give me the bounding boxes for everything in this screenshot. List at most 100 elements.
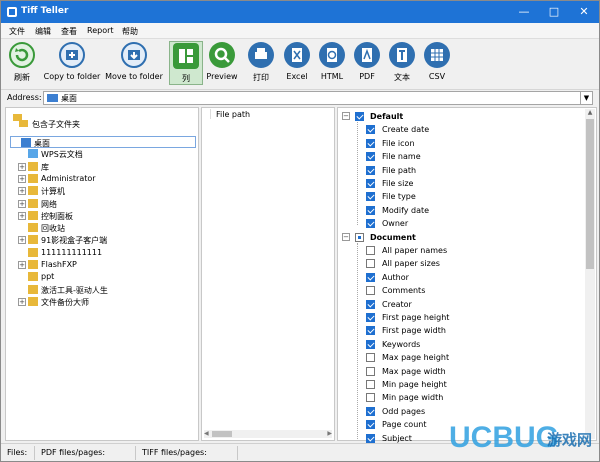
menu-view[interactable]: 查看 — [61, 26, 77, 37]
csv-label: CSV — [428, 72, 446, 81]
tree-item-label: 激活工具-驱动人生 — [41, 285, 108, 295]
option-label: File type — [382, 192, 416, 202]
status-tiff: TIFF files/pages: — [142, 448, 207, 457]
excel-button[interactable]: Excel — [281, 41, 313, 85]
scroll-right-icon[interactable]: ▶ — [327, 430, 332, 437]
option-checkbox[interactable] — [366, 125, 375, 135]
option-label: Subject — [382, 433, 412, 443]
csv-button[interactable]: CSV — [421, 41, 453, 85]
refresh-button[interactable]: 刷新 — [3, 41, 41, 85]
expand-icon[interactable]: + — [18, 211, 26, 220]
scroll-left-icon[interactable]: ◀ — [204, 430, 209, 437]
option-label: All paper sizes — [382, 259, 440, 269]
option-label: Owner — [382, 219, 409, 229]
option-checkbox[interactable] — [366, 393, 375, 403]
column-separator — [210, 109, 211, 119]
menu-help[interactable]: 帮助 — [122, 26, 138, 37]
folder-icon — [21, 138, 31, 147]
html-button[interactable]: HTML — [316, 41, 348, 85]
tree-item[interactable]: 桌面 — [10, 136, 196, 148]
tree-item-label: ppt — [41, 272, 55, 282]
collapse-icon[interactable]: − — [342, 232, 350, 241]
menu-report[interactable]: Report — [87, 26, 114, 35]
expand-icon[interactable]: + — [18, 261, 26, 269]
option-label: Author — [382, 272, 409, 282]
html-label: HTML — [320, 72, 344, 81]
pdf-icon — [354, 42, 380, 68]
option-checkbox[interactable] — [366, 326, 375, 336]
group-checkbox[interactable] — [355, 112, 364, 121]
text-button[interactable]: 文本 — [386, 41, 418, 85]
option-checkbox[interactable] — [366, 219, 375, 229]
vertical-scrollbar[interactable]: ▲ — [585, 109, 595, 439]
option-checkbox[interactable] — [366, 246, 375, 255]
menu-file[interactable]: 文件 — [9, 26, 25, 37]
expand-icon[interactable]: + — [18, 199, 26, 208]
include-subfolders-icon[interactable] — [12, 112, 30, 130]
print-button[interactable]: 打印 — [245, 41, 277, 85]
column-header[interactable]: File path — [202, 108, 334, 120]
option-checkbox[interactable] — [366, 433, 375, 443]
option-checkbox[interactable] — [366, 152, 375, 162]
option-checkbox[interactable] — [366, 339, 375, 349]
scroll-up-icon[interactable]: ▲ — [585, 109, 595, 116]
folder-icon — [28, 223, 38, 233]
collapse-icon[interactable]: − — [342, 112, 350, 120]
option-checkbox[interactable] — [366, 380, 375, 389]
chevron-down-icon[interactable]: ▼ — [580, 92, 592, 104]
option-checkbox[interactable] — [366, 406, 375, 416]
folder-icon — [28, 186, 38, 196]
option-checkbox[interactable] — [366, 420, 375, 430]
expand-icon[interactable]: + — [18, 297, 26, 306]
option-label: Min page height — [382, 380, 447, 389]
folder-tree-panel: 包含子文件夹 桌面 WPS云文档 + 库 + Administrator + 计算机 + 网络 + 控… — [5, 107, 199, 441]
pdf-button[interactable]: PDF — [351, 41, 383, 85]
option-label: File name — [382, 152, 421, 162]
app-logo-icon — [7, 7, 17, 17]
horizontal-scrollbar[interactable]: ◀ ▶ — [204, 430, 332, 438]
close-button[interactable]: ✕ — [569, 1, 599, 23]
preview-button[interactable]: Preview — [205, 41, 239, 85]
maximize-button[interactable]: □ — [539, 1, 569, 23]
scroll-thumb[interactable] — [212, 431, 232, 437]
option-checkbox[interactable] — [366, 259, 375, 269]
move-to-folder-button[interactable]: Move to folder — [104, 41, 164, 85]
expand-icon[interactable]: + — [18, 236, 26, 245]
address-input[interactable]: 桌面 ▼ — [43, 91, 593, 105]
folder-icon — [28, 149, 38, 159]
file-list-panel: File path ◀ ▶ — [201, 107, 335, 441]
expand-icon[interactable]: + — [18, 162, 26, 171]
option-label: First page height — [382, 313, 450, 322]
folder-icon — [28, 296, 38, 306]
option-checkbox[interactable] — [366, 366, 375, 376]
minimize-button[interactable]: — — [509, 1, 539, 23]
option-checkbox[interactable] — [366, 353, 375, 363]
option-checkbox[interactable] — [366, 272, 375, 282]
option-checkbox[interactable] — [366, 299, 375, 309]
option-checkbox[interactable] — [366, 179, 375, 188]
option-label: Creator — [382, 299, 412, 309]
refresh-icon — [9, 42, 35, 68]
tree-item-label: 控制面板 — [41, 211, 73, 221]
menu-edit[interactable]: 编辑 — [35, 26, 51, 37]
status-files: Files: — [7, 448, 28, 457]
copy-to-folder-button[interactable]: Copy to folder — [43, 41, 101, 85]
desktop-folder-icon — [47, 94, 58, 102]
option-checkbox[interactable] — [366, 165, 375, 175]
option-checkbox[interactable] — [366, 313, 375, 322]
group-label: Default — [370, 112, 404, 121]
folder-icon — [28, 235, 38, 245]
scroll-thumb[interactable] — [586, 119, 594, 269]
columns-button[interactable]: 列 — [169, 41, 203, 85]
option-checkbox[interactable] — [366, 286, 375, 296]
option-checkbox[interactable] — [366, 138, 375, 148]
folder-icon — [28, 272, 38, 282]
expand-icon[interactable]: + — [18, 187, 26, 196]
option-checkbox[interactable] — [366, 192, 375, 202]
option-label: Min page width — [382, 393, 444, 403]
group-checkbox[interactable] — [355, 232, 364, 242]
menu-bar: 文件 编辑 查看 Report 帮助 — [1, 23, 599, 39]
option-checkbox[interactable] — [366, 205, 375, 215]
option-label: Create date — [382, 125, 430, 135]
expand-icon[interactable]: + — [18, 174, 26, 183]
